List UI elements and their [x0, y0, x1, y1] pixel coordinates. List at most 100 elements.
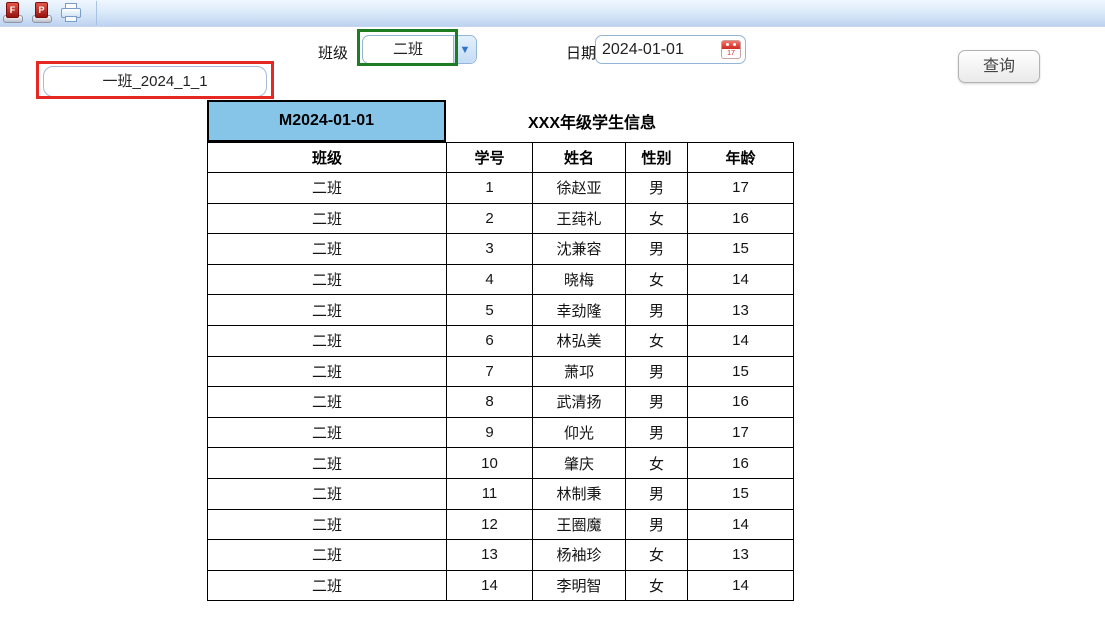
table-cell: 二班 [207, 386, 447, 418]
table-row: 二班 10 肇庆女 16 [207, 447, 794, 479]
table-cell: 2 [446, 202, 533, 235]
table-cell: 14 [446, 569, 533, 602]
table-cell: 13 [687, 294, 794, 326]
table-cell: 二班 [207, 233, 447, 265]
table-cell: 13 [687, 539, 794, 571]
column-header: 性别 [625, 142, 688, 173]
table-cell: 女 [625, 324, 688, 357]
class-select-value: 二班 [392, 41, 423, 58]
table-cell: 李明智 [532, 569, 626, 602]
toolbar: F P [0, 0, 1105, 27]
table-cell: 14 [687, 569, 794, 602]
export-pdf-p-icon[interactable]: P [31, 2, 53, 24]
column-header: 学号 [446, 142, 533, 173]
table-cell: 男 [625, 416, 688, 449]
date-input-value: 2024-01-01 [602, 41, 684, 58]
table-cell: 3 [446, 233, 533, 265]
table-cell: 肇庆 [532, 447, 626, 479]
class-filter-label: 班级 [318, 45, 349, 62]
table-cell: 王莼礼 [532, 202, 626, 235]
table-cell: 8 [446, 386, 533, 418]
table-header-row: 班级 学号 姓名 性别 年龄 [207, 142, 794, 173]
table-cell: 二班 [207, 477, 447, 510]
red-document-glyph: P [35, 2, 48, 18]
table-cell: 幸劲隆 [532, 294, 626, 326]
table-cell: 4 [446, 263, 533, 296]
table-row: 二班 11 林制秉男 15 [207, 477, 794, 510]
calendar-icon-header [722, 41, 740, 49]
table-cell: 14 [687, 508, 794, 541]
table-cell: 男 [625, 172, 688, 204]
table-cell: 17 [687, 172, 794, 204]
table-cell: 二班 [207, 539, 447, 571]
table-cell: 16 [687, 202, 794, 235]
printer-output [65, 16, 77, 22]
column-header: 姓名 [532, 142, 626, 173]
print-icon[interactable] [60, 2, 82, 24]
report-top-row: M2024-01-01 XXX年级学生信息 [207, 100, 793, 142]
table-row: 二班 12 王圈魔男 14 [207, 508, 794, 541]
table-cell: 二班 [207, 508, 447, 541]
table-cell: 二班 [207, 172, 447, 204]
table-row: 二班 14 李明智女 14 [207, 569, 794, 602]
table-row: 二班 2 王莼礼女 16 [207, 202, 794, 235]
table-cell: 16 [687, 447, 794, 479]
table-row: 二班 6 林弘美女 14 [207, 324, 794, 357]
table-cell: 二班 [207, 355, 447, 388]
table-cell: 二班 [207, 294, 447, 326]
table-cell: 17 [687, 416, 794, 449]
class-select[interactable]: 二班 ▼ [362, 35, 477, 64]
table-cell: 晓梅 [532, 263, 626, 296]
table-cell: 16 [687, 386, 794, 418]
table-cell: 男 [625, 508, 688, 541]
table-cell: 王圈魔 [532, 508, 626, 541]
table-cell: 14 [687, 324, 794, 357]
table-cell: 沈兼容 [532, 233, 626, 265]
table-row: 二班 9 仰光男 17 [207, 416, 794, 449]
table-cell: 男 [625, 294, 688, 326]
table-cell: 武清扬 [532, 386, 626, 418]
table-cell: 二班 [207, 324, 447, 357]
table-cell: 11 [446, 477, 533, 510]
table-cell: 二班 [207, 202, 447, 235]
table-cell: 男 [625, 233, 688, 265]
table-cell: 林制秉 [532, 477, 626, 510]
table-cell: 12 [446, 508, 533, 541]
table-cell: 二班 [207, 447, 447, 479]
table-cell: 徐赵亚 [532, 172, 626, 204]
chevron-down-icon[interactable]: ▼ [453, 36, 476, 63]
tab-class1-report[interactable]: 一班_2024_1_1 [43, 66, 267, 97]
table-cell: 10 [446, 447, 533, 479]
table-cell: 女 [625, 263, 688, 296]
table-cell: 13 [446, 539, 533, 571]
report-table-body: 二班 1 徐赵亚男 17 二班 2 王莼礼女 16 二班 3 沈兼容男 15 二班 4 晓梅女 14 二班 5 幸劲… [207, 172, 794, 602]
calendar-icon[interactable]: 17 [721, 40, 741, 59]
table-cell: 15 [687, 355, 794, 388]
table-cell: 15 [687, 477, 794, 510]
table-cell: 女 [625, 569, 688, 602]
table-cell: 二班 [207, 416, 447, 449]
table-cell: 15 [687, 233, 794, 265]
table-cell: 男 [625, 386, 688, 418]
table-cell: 女 [625, 539, 688, 571]
date-input[interactable]: 2024-01-01 17 [595, 35, 746, 64]
table-row: 二班 7 萧邛男 15 [207, 355, 794, 388]
table-cell: 9 [446, 416, 533, 449]
date-filter-label: 日期 [566, 45, 597, 62]
query-button[interactable]: 查询 [958, 50, 1040, 83]
table-cell: 1 [446, 172, 533, 204]
table-cell: 14 [687, 263, 794, 296]
table-cell: 女 [625, 202, 688, 235]
table-row: 二班 3 沈兼容男 15 [207, 233, 794, 265]
table-cell: 男 [625, 477, 688, 510]
table-cell: 男 [625, 355, 688, 388]
table-cell: 二班 [207, 569, 447, 602]
table-cell: 5 [446, 294, 533, 326]
table-cell: 林弘美 [532, 324, 626, 357]
student-table: 班级 学号 姓名 性别 年龄 二班 1 徐赵亚男 17 二班 2 王莼礼女 16 二班 3 沈兼容男 15 二班… [207, 142, 794, 602]
table-cell: 女 [625, 447, 688, 479]
calendar-icon-day: 17 [727, 50, 735, 57]
toolbar-divider [96, 1, 97, 25]
export-pdf-f-icon[interactable]: F [2, 2, 24, 24]
table-cell: 6 [446, 324, 533, 357]
